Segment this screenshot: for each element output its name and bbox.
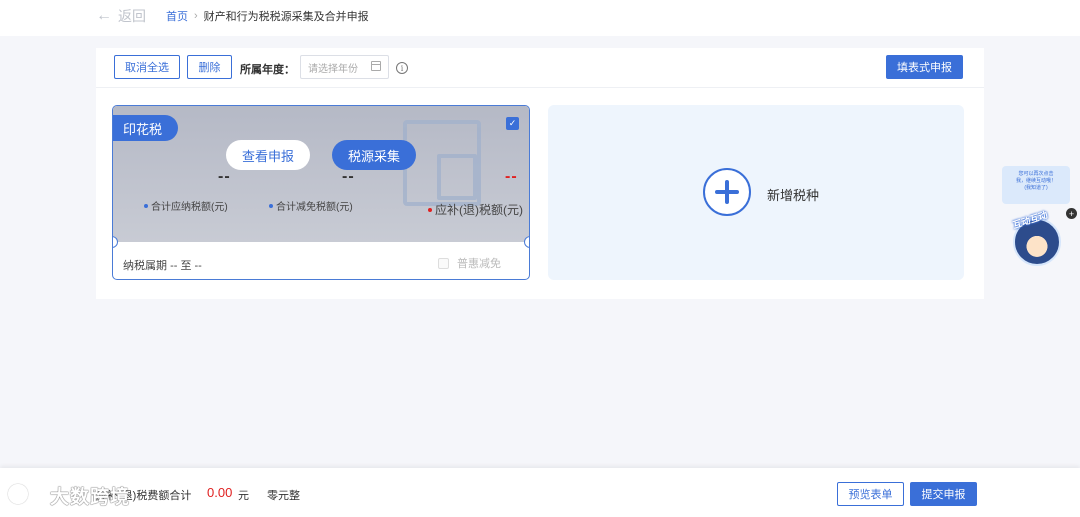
- watermark-text: 大数跨境: [50, 487, 131, 508]
- total-unit: 元: [238, 490, 249, 502]
- info-icon[interactable]: i: [396, 62, 408, 74]
- footer-bar: 应补(退)税费额合计 0.00 元 零元整 大数跨境 预览表单 提交申报: [0, 468, 1080, 517]
- payable-value: --: [218, 168, 231, 185]
- bullet-icon: [269, 203, 273, 208]
- calendar-icon: [371, 61, 381, 71]
- breadcrumb-current: 财产和行为税税源采集及合并申报: [203, 11, 369, 23]
- total-amount-words: 零元整: [267, 490, 300, 502]
- close-icon[interactable]: +: [1066, 208, 1077, 219]
- bubble-line: 我，继续互动哦！: [1015, 178, 1056, 184]
- top-bar: ← 返回 首页 › 财产和行为税税源采集及合并申报: [0, 0, 1080, 36]
- collect-source-button[interactable]: 税源采集: [332, 140, 416, 170]
- form-report-button[interactable]: 填表式申报: [886, 55, 963, 79]
- back-label: 返回: [118, 8, 146, 24]
- tax-period: 纳税属期 -- 至 --: [123, 257, 202, 273]
- deselect-all-button[interactable]: 取消全选: [114, 55, 180, 79]
- payable-label: 合计应纳税额(元): [151, 202, 228, 213]
- document-watermark-icon: [403, 120, 481, 206]
- delete-button[interactable]: 删除: [187, 55, 232, 79]
- main-panel: 取消全选 删除 所属年度： 请选择年份 i 填表式申报 印花税 ✓ 查看申报 税…: [96, 48, 984, 299]
- bullet-icon: [428, 207, 432, 212]
- breadcrumb: 首页 › 财产和行为税税源采集及合并申报: [166, 8, 369, 24]
- back-button[interactable]: ← 返回: [96, 6, 146, 26]
- add-tax-type-label: 新增税种: [767, 188, 820, 203]
- payable-metric: 合计应纳税额(元): [144, 198, 228, 213]
- bubble-line: (我知道了): [1024, 185, 1048, 191]
- refund-value: --: [505, 168, 518, 185]
- period-value: -- 至 --: [170, 260, 202, 272]
- plus-icon: [703, 168, 751, 216]
- year-picker[interactable]: 请选择年份: [300, 55, 389, 79]
- tax-name-tag: 印花税: [113, 115, 178, 141]
- total-amount: 0.00: [207, 485, 233, 500]
- back-arrow-icon: ←: [96, 7, 112, 24]
- breadcrumb-home[interactable]: 首页: [166, 8, 188, 24]
- reduction-metric: 合计减免税额(元): [269, 198, 353, 213]
- ticket-notch-right: [524, 236, 529, 248]
- refund-label: 应补(退)税额(元): [435, 203, 523, 217]
- add-tax-type-card[interactable]: 新增税种: [548, 105, 964, 280]
- preview-form-button[interactable]: 预览表单: [837, 482, 904, 506]
- year-label: 所属年度：: [240, 64, 295, 76]
- assistant-widget[interactable]: 您可以再次点击 我，继续互动哦！ (我知道了) 互动互动 +: [1000, 166, 1077, 266]
- watermark-logo-icon: [8, 484, 28, 504]
- breadcrumb-separator-icon: ›: [194, 10, 198, 22]
- tax-card-overlay: 印花税 ✓ 查看申报 税源采集 -- -- -- 合计应纳税额(元) 合计减免税…: [113, 106, 529, 242]
- checkbox-icon: [438, 257, 449, 269]
- period-label: 纳税属期: [123, 260, 167, 272]
- toolbar: 取消全选 删除 所属年度： 请选择年份 i 填表式申报: [96, 48, 984, 88]
- reduction-value: --: [342, 168, 355, 185]
- discount-label: 普惠减免: [457, 258, 501, 270]
- view-report-button[interactable]: 查看申报: [226, 140, 310, 170]
- year-placeholder: 请选择年份: [308, 63, 358, 75]
- bullet-icon: [144, 203, 148, 208]
- tax-card-stamp-duty[interactable]: 印花税 ✓ 查看申报 税源采集 -- -- -- 合计应纳税额(元) 合计减免税…: [112, 105, 530, 280]
- bubble-line: 您可以再次点击: [1018, 171, 1054, 177]
- card-checkbox-checked-icon[interactable]: ✓: [506, 117, 519, 130]
- discount-checkbox[interactable]: 普惠减免: [438, 255, 501, 271]
- reduction-label: 合计减免税额(元): [276, 202, 353, 213]
- refund-metric: 应补(退)税额(元): [428, 201, 523, 218]
- submit-report-button[interactable]: 提交申报: [910, 482, 977, 506]
- assistant-bubble[interactable]: 您可以再次点击 我，继续互动哦！ (我知道了): [1002, 166, 1070, 204]
